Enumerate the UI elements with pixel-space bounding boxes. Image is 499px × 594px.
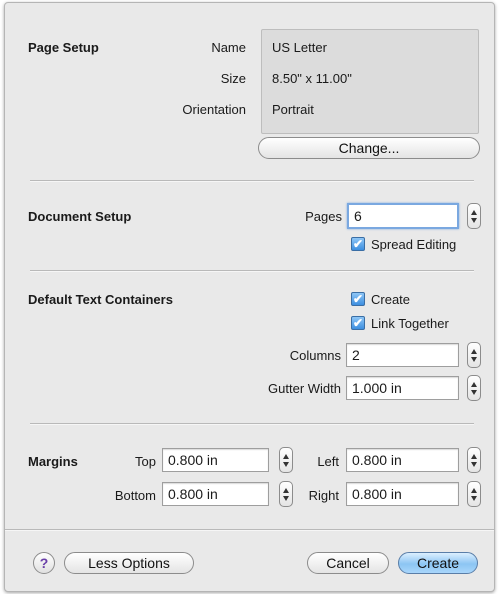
arrow-up-icon [471,209,477,215]
separator [30,423,474,425]
link-together-checkbox[interactable]: ✔ [351,316,365,330]
arrow-up-icon [471,348,477,354]
create-text-containers-checkbox[interactable]: ✔ [351,292,365,306]
arrow-up-icon [471,487,477,493]
arrow-up-icon [283,487,289,493]
create-text-containers-label: Create [371,292,411,307]
margin-top-input[interactable]: 0.800 in [162,448,269,472]
margin-right-input[interactable]: 0.800 in [346,482,459,506]
orientation-value: Portrait [272,102,314,117]
less-options-button[interactable]: Less Options [64,552,194,574]
document-setup-title: Document Setup [28,209,132,224]
margin-right-label: Right [308,488,339,503]
gutter-width-stepper[interactable] [467,375,481,401]
separator [30,270,474,272]
arrow-down-icon [471,217,477,223]
margin-left-stepper[interactable] [467,447,481,473]
spread-editing-label: Spread Editing [371,237,457,252]
arrow-up-icon [471,453,477,459]
arrow-down-icon [471,356,477,362]
help-button[interactable]: ? [33,552,55,574]
separator [30,180,474,182]
margin-right-stepper[interactable] [467,481,481,507]
page-setup-title: Page Setup [28,40,99,55]
link-together-label: Link Together [371,316,449,331]
margins-title: Margins [28,454,78,469]
columns-label: Columns [289,348,341,363]
arrow-down-icon [471,495,477,501]
arrow-down-icon [471,389,477,395]
gutter-width-label: Gutter Width [268,381,341,396]
arrow-down-icon [283,461,289,467]
new-document-dialog: Page Setup Name Size Orientation US Lett… [4,2,495,592]
margin-bottom-stepper[interactable] [279,481,293,507]
columns-stepper[interactable] [467,342,481,368]
arrow-down-icon [471,461,477,467]
cancel-button[interactable]: Cancel [307,552,389,574]
change-button[interactable]: Change... [258,137,480,159]
name-label: Name [211,40,246,55]
pages-stepper[interactable] [467,203,481,229]
footer-separator [5,529,494,531]
pages-input[interactable]: 6 [347,203,459,229]
pages-label: Pages [305,209,342,224]
margin-top-label: Top [135,454,156,469]
arrow-up-icon [283,453,289,459]
gutter-width-input[interactable]: 1.000 in [346,376,459,400]
orientation-label: Orientation [182,102,246,117]
arrow-down-icon [283,495,289,501]
size-value: 8.50" x 11.00" [272,71,352,86]
create-button[interactable]: Create [398,552,478,574]
name-value: US Letter [272,40,327,55]
margin-top-stepper[interactable] [279,447,293,473]
columns-input[interactable]: 2 [346,343,459,367]
arrow-up-icon [471,381,477,387]
size-label: Size [220,71,246,86]
margin-bottom-label: Bottom [114,488,156,503]
page-setup-info-well: US Letter 8.50" x 11.00" Portrait [261,29,479,134]
margin-left-input[interactable]: 0.800 in [346,448,459,472]
margin-bottom-input[interactable]: 0.800 in [162,482,269,506]
text-containers-title: Default Text Containers [28,292,173,307]
margin-left-label: Left [317,454,339,469]
spread-editing-checkbox[interactable]: ✔ [351,237,365,251]
